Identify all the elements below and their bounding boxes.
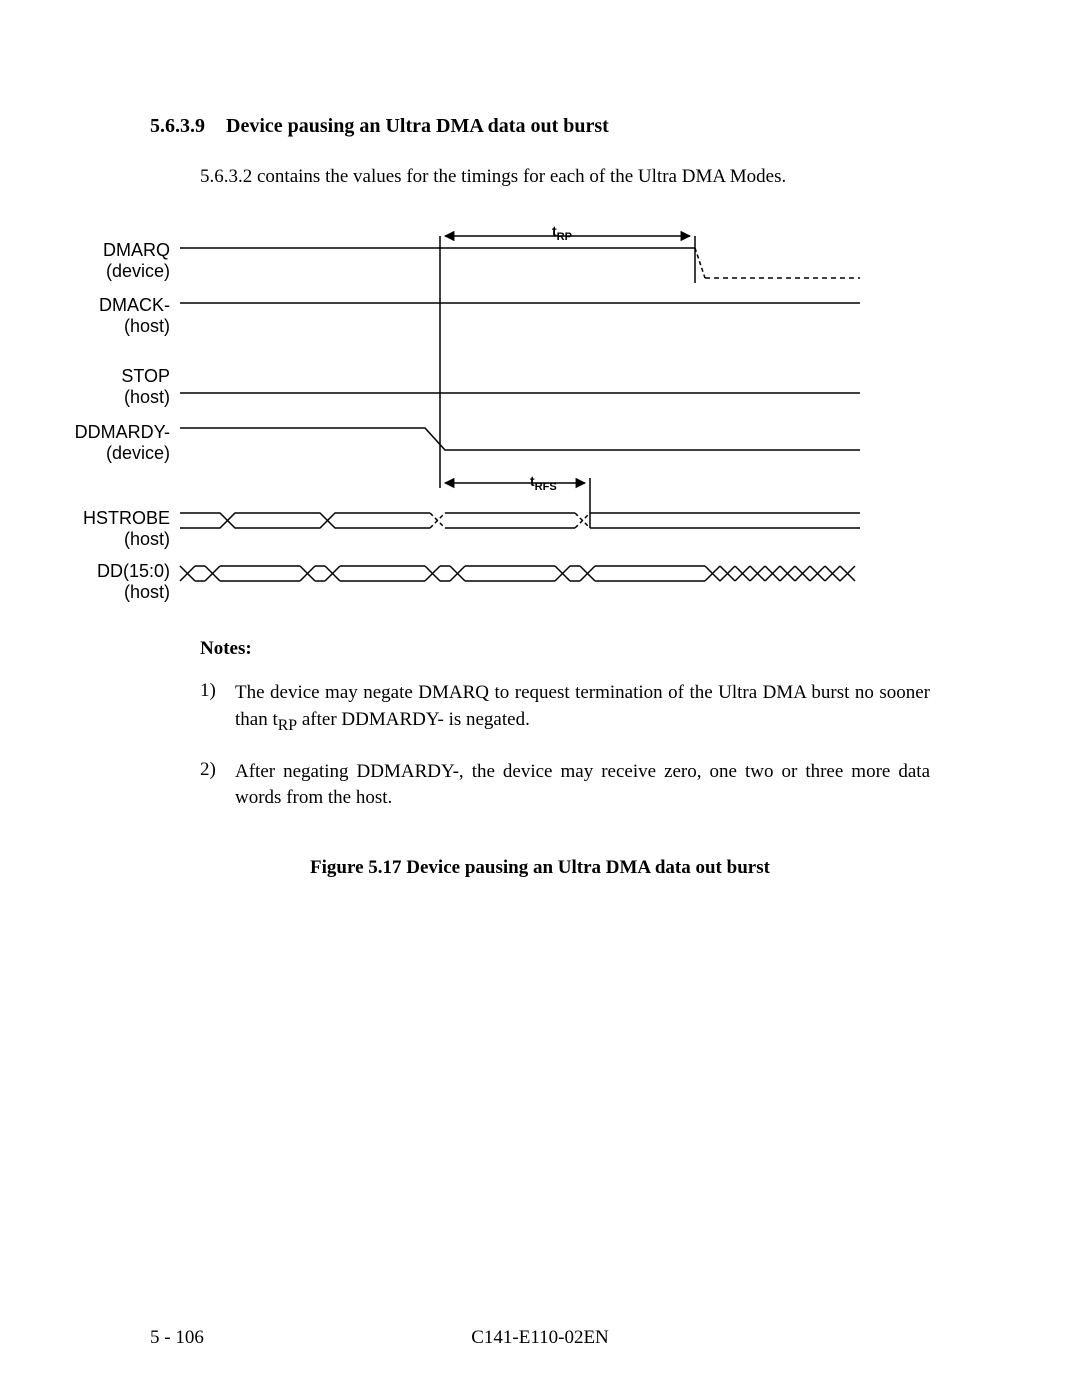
note-item: 1) The device may negate DMARQ to reques… (200, 680, 930, 737)
signal-dmarq-label: DMARQ (device) (60, 240, 170, 281)
signal-dd-label: DD(15:0) (host) (60, 561, 170, 602)
section-number: 5.6.3.9 (150, 115, 205, 138)
timing-trfs: tRFS (530, 473, 557, 493)
note-item: 2) After negating DDMARDY-, the device m… (200, 759, 930, 812)
section-title: Device pausing an Ultra DMA data out bur… (226, 115, 609, 137)
section-heading: 5.6.3.9 Device pausing an Ultra DMA data… (150, 115, 930, 138)
note-text: After negating DDMARDY-, the device may … (235, 759, 930, 812)
signal-dmack-label: DMACK- (host) (60, 295, 170, 336)
signal-hstrobe-label: HSTROBE (host) (60, 508, 170, 549)
figure-caption: Figure 5.17 Device pausing an Ultra DMA … (150, 857, 930, 879)
notes-list: 1) The device may negate DMARQ to reques… (200, 680, 930, 812)
footer-doc-id: C141-E110-02EN (150, 1327, 930, 1349)
timing-diagram-svg (150, 228, 870, 608)
timing-diagram: DMARQ (device) DMACK- (host) STOP (host)… (150, 228, 870, 608)
page: 5.6.3.9 Device pausing an Ultra DMA data… (0, 0, 1080, 1397)
note-marker: 1) (200, 680, 235, 737)
intro-text: 5.6.3.2 contains the values for the timi… (200, 166, 930, 188)
signal-stop-label: STOP (host) (60, 366, 170, 407)
note-marker: 2) (200, 759, 235, 812)
note-text: The device may negate DMARQ to request t… (235, 680, 930, 737)
signal-ddmardy-label: DDMARDY- (device) (60, 422, 170, 463)
notes-heading: Notes: (200, 638, 930, 660)
content-area: 5.6.3.9 Device pausing an Ultra DMA data… (150, 115, 930, 879)
timing-trp: tRP (552, 223, 572, 243)
